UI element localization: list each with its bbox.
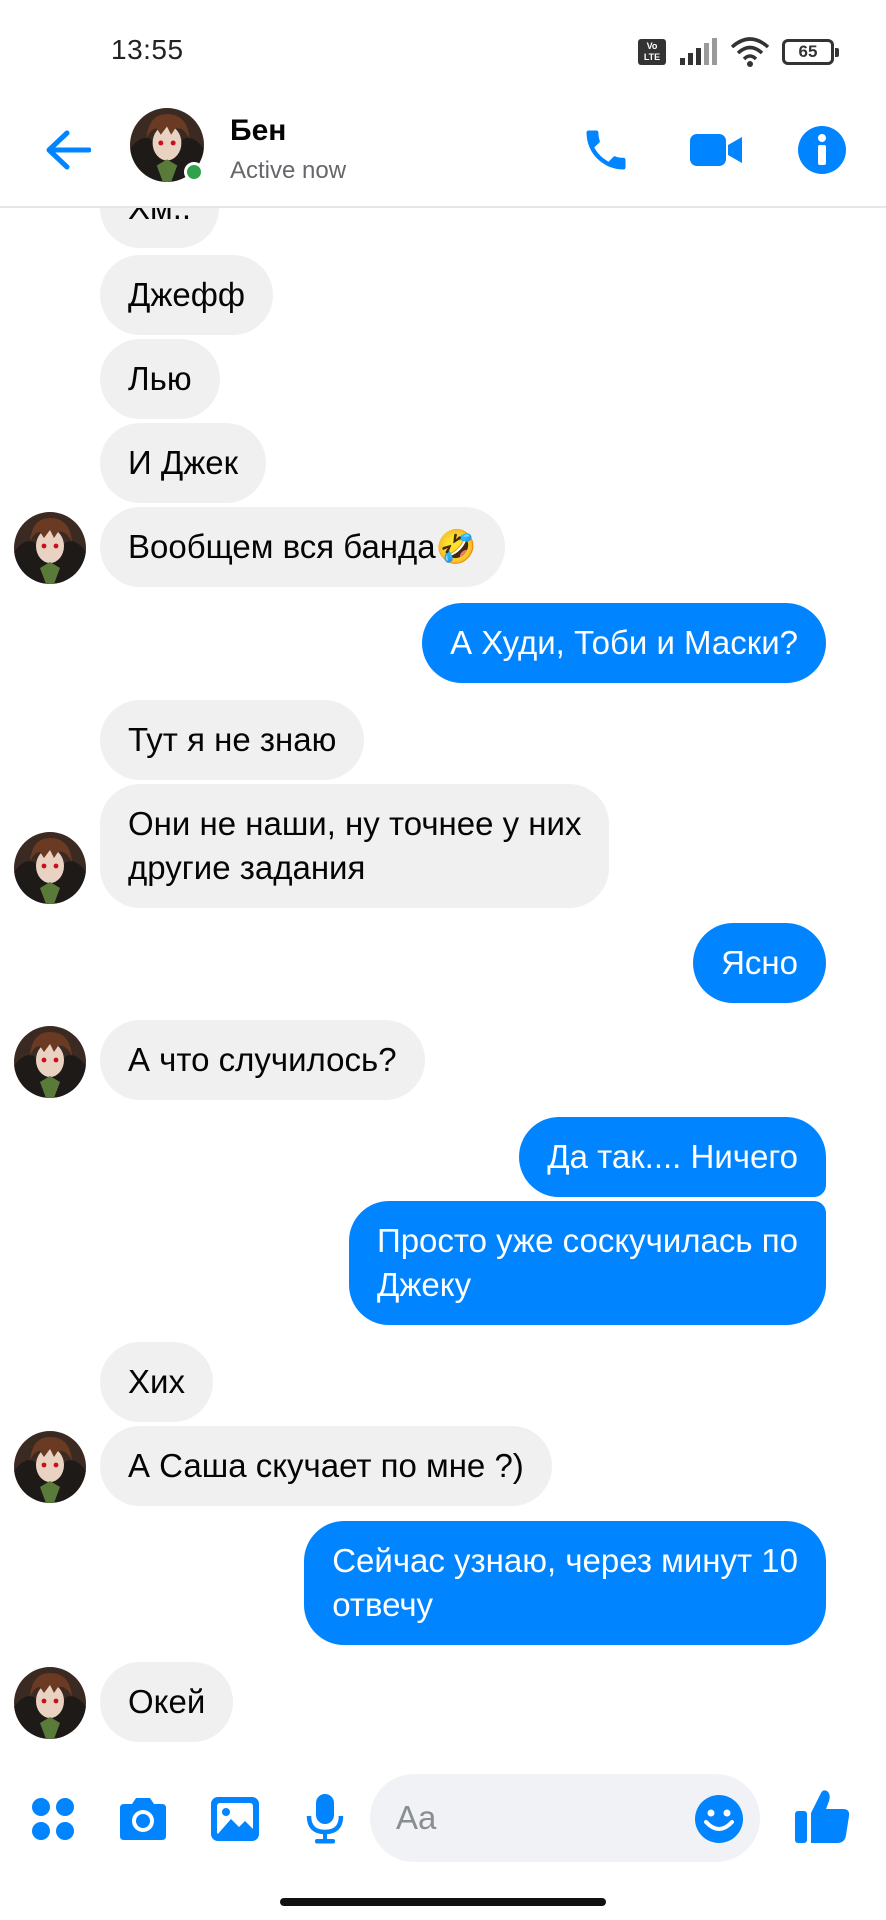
conversation-header: Бен Active now bbox=[0, 100, 886, 208]
message-bubble-incoming[interactable]: И Джек bbox=[100, 423, 267, 503]
contact-name[interactable]: Бен bbox=[230, 114, 286, 148]
back-arrow-icon bbox=[46, 130, 91, 170]
message-bubble-outgoing[interactable]: Ясно bbox=[693, 923, 826, 1003]
more-actions-button[interactable] bbox=[24, 1790, 82, 1848]
thumbs-up-icon bbox=[795, 1790, 850, 1843]
message-list[interactable]: Хм.. Джефф Лью И Джек Вообщем вся банда🤣… bbox=[0, 208, 886, 1768]
volte-icon: Vo LTE bbox=[638, 39, 666, 65]
message-bubble-incoming[interactable]: Хм.. bbox=[100, 208, 220, 248]
contact-avatar[interactable] bbox=[130, 108, 204, 182]
message-bubble-incoming[interactable]: Вообщем вся банда🤣 bbox=[100, 507, 505, 587]
sender-avatar[interactable] bbox=[14, 512, 86, 584]
signal-icon bbox=[680, 38, 717, 65]
message-bubble-incoming[interactable]: Хих bbox=[100, 1342, 213, 1422]
message-bubble-incoming[interactable]: Они не наши, ну точнее у них другие зада… bbox=[100, 784, 610, 908]
message-bubble-incoming[interactable]: Лью bbox=[100, 339, 220, 419]
voice-message-button[interactable] bbox=[296, 1790, 354, 1848]
message-bubble-outgoing[interactable]: Просто уже соскучилась по Джеку bbox=[348, 1201, 826, 1325]
message-bubble-incoming[interactable]: Джефф bbox=[100, 255, 274, 335]
message-line: Джеку bbox=[376, 1266, 472, 1303]
message-line: Они не наши, ну точнее у них bbox=[128, 805, 582, 842]
video-camera-icon bbox=[690, 134, 742, 166]
message-bubble-incoming[interactable]: А что случилось? bbox=[100, 1020, 425, 1100]
message-line: Сейчас узнаю, через минут 10 bbox=[332, 1542, 798, 1579]
message-line: Просто уже соскучилась по bbox=[376, 1222, 798, 1259]
video-call-button[interactable] bbox=[684, 118, 748, 182]
four-dots-icon bbox=[32, 1798, 74, 1840]
battery-icon: 65 bbox=[782, 39, 839, 65]
message-bubble-incoming[interactable]: Тут я не знаю bbox=[100, 700, 365, 780]
info-button[interactable] bbox=[790, 118, 854, 182]
contact-status: Active now bbox=[230, 157, 347, 184]
sender-avatar[interactable] bbox=[14, 1431, 86, 1503]
sender-avatar[interactable] bbox=[14, 832, 86, 904]
info-icon bbox=[798, 126, 846, 174]
image-icon bbox=[211, 1797, 259, 1841]
message-line: другие задания bbox=[128, 849, 366, 886]
gallery-button[interactable] bbox=[206, 1790, 264, 1848]
message-composer bbox=[0, 1768, 886, 1868]
message-bubble-outgoing[interactable]: Сейчас узнаю, через минут 10 отвечу bbox=[304, 1521, 826, 1645]
emoji-icon[interactable] bbox=[694, 1794, 744, 1844]
wifi-icon bbox=[730, 37, 770, 67]
call-button[interactable] bbox=[574, 118, 638, 182]
home-indicator[interactable] bbox=[280, 1898, 606, 1906]
back-button[interactable] bbox=[40, 122, 96, 178]
camera-button[interactable] bbox=[114, 1790, 172, 1848]
message-bubble-outgoing[interactable]: Да так.... Ничего bbox=[519, 1117, 826, 1197]
camera-icon bbox=[120, 1798, 166, 1840]
message-line: отвечу bbox=[332, 1586, 434, 1623]
message-bubble-incoming[interactable]: А Саша скучает по мне ?) bbox=[100, 1426, 552, 1506]
message-bubble-outgoing[interactable]: А Худи, Тоби и Маски? bbox=[422, 603, 826, 683]
like-button[interactable] bbox=[790, 1784, 854, 1848]
phone-icon bbox=[586, 130, 626, 170]
message-bubble-incoming[interactable]: Окей bbox=[100, 1662, 234, 1742]
sender-avatar[interactable] bbox=[14, 1667, 86, 1739]
microphone-icon bbox=[306, 1794, 344, 1844]
sender-avatar[interactable] bbox=[14, 1026, 86, 1098]
status-bar: 13:55 Vo LTE 65 bbox=[0, 0, 886, 100]
online-indicator bbox=[184, 162, 204, 182]
status-icons: Vo LTE 65 bbox=[638, 36, 839, 68]
status-time: 13:55 bbox=[111, 34, 184, 65]
